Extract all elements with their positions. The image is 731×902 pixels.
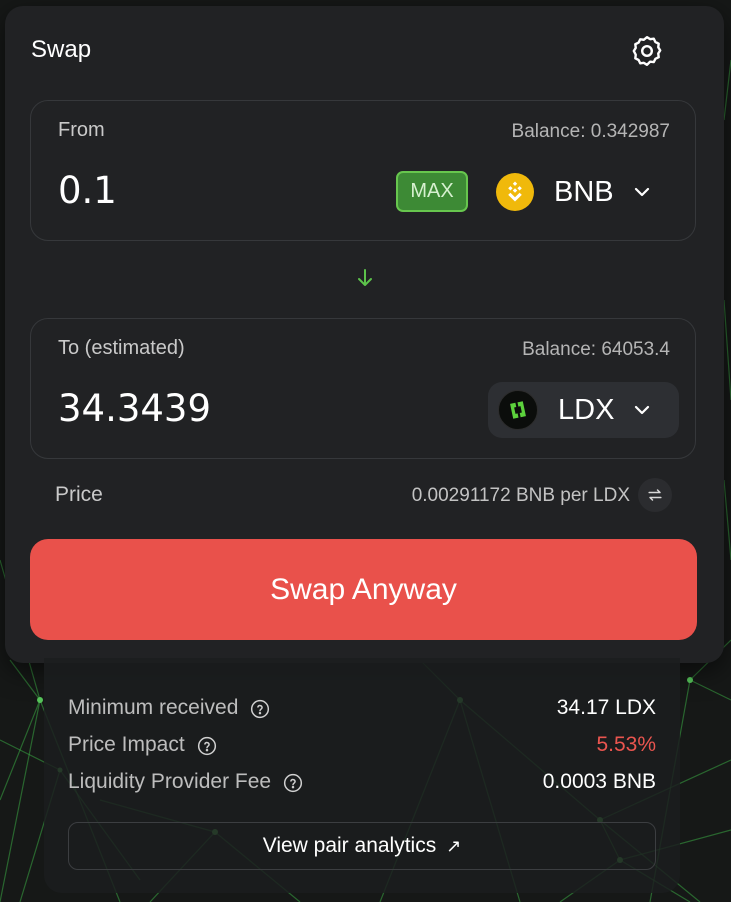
trade-details-panel: Minimum received 34.17 LDX Price Impact …	[44, 658, 680, 893]
ldx-token-icon	[498, 390, 538, 430]
bnb-token-icon	[496, 173, 534, 211]
detail-value: 5.53%	[596, 733, 656, 756]
max-button[interactable]: MAX	[396, 171, 468, 212]
from-balance: Balance: 0.342987	[511, 121, 670, 142]
swap-title: Swap	[31, 36, 92, 63]
help-circle-icon[interactable]	[283, 772, 303, 793]
price-value: 0.00291172 BNB per LDX	[411, 485, 630, 506]
to-token-name: LDX	[558, 393, 615, 426]
chevron-down-icon	[635, 405, 650, 415]
detail-row-price-impact: Price Impact 5.53%	[68, 733, 656, 757]
from-token-selector[interactable]: BNB	[496, 169, 652, 215]
swap-anyway-button[interactable]: Swap Anyway	[30, 539, 697, 640]
to-balance: Balance: 64053.4	[522, 339, 670, 360]
detail-label: Price Impact	[68, 733, 185, 756]
view-pair-analytics-link[interactable]: View pair analytics ↗	[68, 822, 656, 870]
from-label: From	[58, 119, 105, 141]
detail-label: Minimum received	[68, 696, 239, 719]
detail-label: Liquidity Provider Fee	[68, 770, 272, 793]
to-label: To (estimated)	[58, 337, 185, 359]
swap-rate-icon[interactable]	[638, 478, 672, 512]
gear-icon[interactable]	[629, 33, 665, 69]
to-token-selector[interactable]: LDX	[488, 382, 679, 438]
help-circle-icon[interactable]	[250, 698, 270, 719]
detail-row-minimum-received: Minimum received 34.17 LDX	[68, 696, 656, 720]
detail-row-liquidity-fee: Liquidity Provider Fee 0.0003 BNB	[68, 770, 656, 794]
to-panel: To (estimated) Balance: 64053.4 LDX	[30, 318, 696, 459]
help-circle-icon[interactable]	[197, 735, 217, 756]
analytics-label: View pair analytics	[262, 834, 437, 857]
from-panel: From Balance: 0.342987 MAX BNB	[30, 100, 696, 241]
chevron-down-icon	[634, 187, 649, 197]
price-label: Price	[55, 483, 103, 506]
from-token-name: BNB	[554, 175, 614, 208]
to-amount-input[interactable]	[58, 387, 358, 430]
detail-value: 0.0003 BNB	[542, 770, 656, 793]
arrow-down-icon[interactable]	[353, 266, 377, 290]
swap-card: Swap From Balance: 0.342987 MAX BNB To (…	[5, 6, 724, 663]
from-amount-input[interactable]	[58, 169, 358, 212]
external-link-icon: ↗	[446, 835, 462, 856]
detail-value: 34.17 LDX	[556, 696, 656, 719]
